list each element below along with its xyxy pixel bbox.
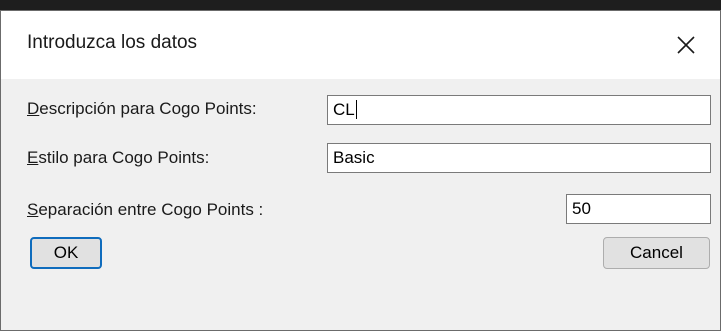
estilo-label: Estilo para Cogo Points: — [27, 148, 209, 168]
descripcion-input[interactable]: CL — [327, 95, 711, 125]
separacion-label-text: eparación entre Cogo Points : — [38, 200, 264, 219]
descripcion-label-mnemonic: D — [27, 99, 40, 118]
ok-button[interactable]: OK — [30, 237, 102, 269]
close-icon — [677, 36, 695, 54]
descripcion-label: Descripción para Cogo Points: — [27, 99, 257, 119]
separacion-label: Separación entre Cogo Points : — [27, 200, 263, 220]
text-caret — [355, 99, 357, 119]
descripcion-value: CL — [333, 100, 355, 119]
ok-button-label: OK — [53, 243, 79, 262]
dialog-title: Introduzca los datos — [27, 32, 198, 53]
estilo-input[interactable]: Basic — [327, 143, 711, 173]
estilo-value: Basic — [333, 148, 375, 167]
separacion-value: 50 — [572, 199, 591, 218]
descripcion-label-text: escripción para Cogo Points: — [39, 99, 257, 118]
separacion-label-mnemonic: S — [27, 200, 39, 219]
cancel-button[interactable]: Cancel — [603, 237, 710, 269]
separacion-input[interactable]: 50 — [566, 194, 711, 224]
estilo-label-mnemonic: E — [27, 148, 39, 167]
input-dialog: Introduzca los datos Descripción para Co… — [0, 10, 721, 331]
title-bar: Introduzca los datos — [1, 11, 720, 79]
cancel-button-label: Cancel — [630, 243, 683, 262]
close-button[interactable] — [652, 11, 720, 79]
estilo-label-text: stilo para Cogo Points: — [38, 148, 210, 167]
